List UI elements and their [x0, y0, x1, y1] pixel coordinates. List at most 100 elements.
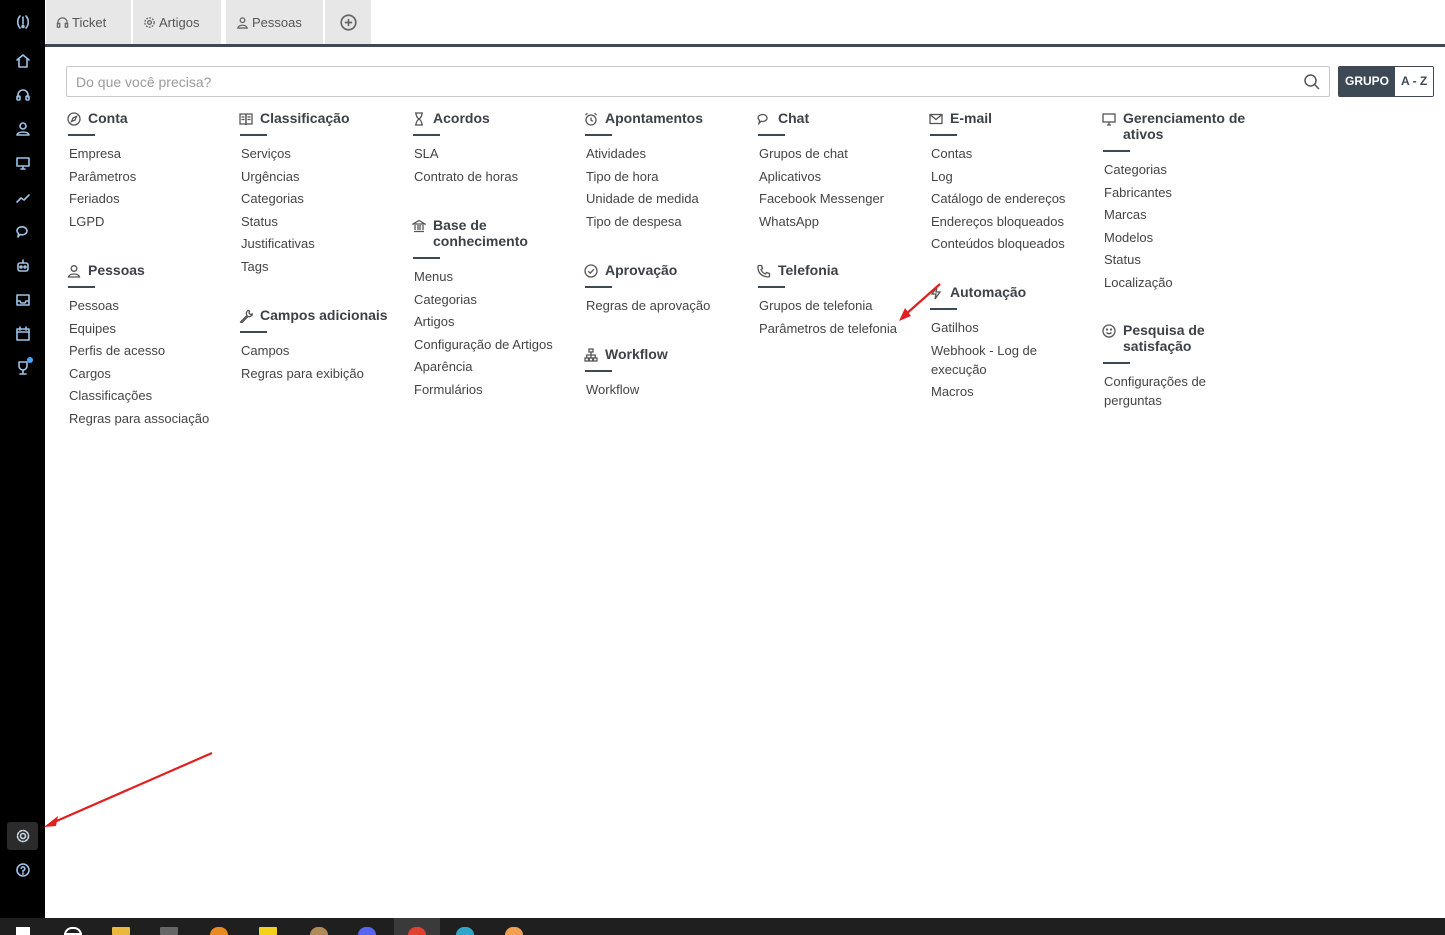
windows-start-icon[interactable] — [16, 927, 30, 935]
search-icon[interactable] — [64, 927, 82, 935]
menu-item-grupos-telefonia[interactable]: Grupos de telefonia — [757, 296, 922, 315]
menu-item-formularios[interactable]: Formulários — [412, 380, 577, 399]
menu-item-conteudos-bloqueados[interactable]: Conteúdos bloqueados — [929, 234, 1094, 253]
menu-item-equipes[interactable]: Equipes — [67, 319, 232, 338]
menu-item-artigos[interactable]: Artigos — [412, 312, 577, 331]
menu-item-parametros[interactable]: Parâmetros — [67, 167, 232, 186]
trophy-icon[interactable] — [7, 354, 38, 382]
menu-item-macros[interactable]: Macros — [929, 382, 1094, 401]
edge-icon[interactable] — [456, 927, 474, 935]
lightning-icon — [930, 286, 942, 300]
menu-item-log[interactable]: Log — [929, 167, 1094, 186]
menu-item-catalogo-enderecos[interactable]: Catálogo de endereços — [929, 189, 1094, 208]
menu-item-gatilhos[interactable]: Gatilhos — [929, 318, 1094, 337]
section-title: Apontamentos — [605, 110, 703, 126]
gear-icon[interactable] — [7, 822, 38, 850]
menu-item-classificacoes[interactable]: Classificações — [67, 386, 232, 405]
section-title: Campos adicionais — [260, 307, 388, 323]
phone-icon — [757, 264, 771, 278]
section-divider — [413, 257, 440, 259]
inbox-icon[interactable] — [7, 286, 38, 314]
menu-item-categorias[interactable]: Categorias — [239, 189, 404, 208]
tab-bar: Ticket Artigos Pessoas — [45, 0, 1445, 44]
app-icon[interactable] — [210, 927, 228, 935]
menu-item-modelos[interactable]: Modelos — [1102, 228, 1267, 247]
section-title: Pesquisa de satisfação — [1123, 322, 1205, 354]
search-input[interactable] — [67, 67, 1287, 96]
menu-item-tipo-despesa[interactable]: Tipo de despesa — [584, 212, 749, 231]
menu-item-webhook-log[interactable]: Webhook - Log de execução — [929, 341, 1054, 379]
app-icon[interactable] — [310, 927, 328, 935]
menu-item-whatsapp[interactable]: WhatsApp — [757, 212, 922, 231]
menu-item-tipo-hora[interactable]: Tipo de hora — [584, 167, 749, 186]
discord-icon[interactable] — [358, 927, 376, 935]
chrome-icon[interactable] — [408, 927, 426, 935]
menu-item-regras-exibicao[interactable]: Regras para exibição — [239, 364, 404, 383]
section-divider — [585, 370, 612, 372]
people-icon[interactable] — [7, 115, 38, 143]
menu-item-atividades[interactable]: Atividades — [584, 144, 749, 163]
headset-icon[interactable] — [7, 81, 38, 109]
menu-item-localizacao[interactable]: Localização — [1102, 273, 1267, 292]
app-icon[interactable] — [505, 927, 523, 935]
monitor-icon[interactable] — [7, 149, 38, 177]
menu-item-empresa[interactable]: Empresa — [67, 144, 232, 163]
chat-icon[interactable] — [7, 218, 38, 246]
menu-item-tags[interactable]: Tags — [239, 257, 404, 276]
az-view-button[interactable]: A - Z — [1395, 67, 1434, 96]
menu-item-aplicativos[interactable]: Aplicativos — [757, 167, 922, 186]
menu-item-parametros-telefonia[interactable]: Parâmetros de telefonia — [757, 319, 922, 338]
section-divider — [758, 134, 785, 136]
menu-item-enderecos-bloqueados[interactable]: Endereços bloqueados — [929, 212, 1094, 231]
menu-item-campos[interactable]: Campos — [239, 341, 404, 360]
menu-item-menus[interactable]: Menus — [412, 267, 577, 286]
notes-icon[interactable] — [259, 927, 277, 935]
menu-item-fabricantes[interactable]: Fabricantes — [1102, 183, 1267, 202]
menu-item-status[interactable]: Status — [1102, 250, 1267, 269]
tab-artigos[interactable]: Artigos — [133, 0, 221, 44]
robot-icon[interactable] — [7, 252, 38, 280]
section-aprovacao: Aprovação Regras de aprovação — [584, 262, 749, 319]
menu-item-categorias[interactable]: Categorias — [1102, 160, 1267, 179]
menu-item-cargos[interactable]: Cargos — [67, 364, 232, 383]
help-icon[interactable] — [7, 856, 38, 884]
section-divider — [758, 286, 785, 288]
menu-item-urgencias[interactable]: Urgências — [239, 167, 404, 186]
menu-item-status[interactable]: Status — [239, 212, 404, 231]
menu-item-config-artigos[interactable]: Configuração de Artigos — [412, 335, 577, 354]
tab-pessoas[interactable]: Pessoas — [226, 0, 323, 44]
terminal-icon[interactable] — [160, 927, 178, 935]
menu-item-contrato-horas[interactable]: Contrato de horas — [412, 167, 577, 186]
menu-item-perfis[interactable]: Perfis de acesso — [67, 341, 232, 360]
menu-item-lgpd[interactable]: LGPD — [67, 212, 232, 231]
home-icon[interactable] — [7, 47, 38, 75]
menu-item-categorias[interactable]: Categorias — [412, 290, 577, 309]
menu-item-grupos-chat[interactable]: Grupos de chat — [757, 144, 922, 163]
section-chat: Chat Grupos de chat Aplicativos Facebook… — [757, 110, 922, 234]
group-view-button[interactable]: GRUPO — [1339, 67, 1396, 96]
menu-item-contas[interactable]: Contas — [929, 144, 1094, 163]
menu-item-unidade-medida[interactable]: Unidade de medida — [584, 189, 749, 208]
menu-item-workflow[interactable]: Workflow — [584, 380, 749, 399]
add-tab-button[interactable] — [325, 0, 371, 44]
menu-item-regras-aprovacao[interactable]: Regras de aprovação — [584, 296, 749, 315]
menu-item-sla[interactable]: SLA — [412, 144, 577, 163]
tab-ticket[interactable]: Ticket — [46, 0, 131, 44]
menu-item-pessoas[interactable]: Pessoas — [67, 296, 232, 315]
menu-item-justificativas[interactable]: Justificativas — [239, 234, 404, 253]
calendar-icon[interactable] — [7, 320, 38, 348]
menu-item-servicos[interactable]: Serviços — [239, 144, 404, 163]
menu-item-regras-associacao[interactable]: Regras para associação — [67, 409, 232, 428]
tab-label: Ticket — [72, 14, 107, 30]
menu-item-feriados[interactable]: Feriados — [67, 189, 232, 208]
menu-item-aparencia[interactable]: Aparência — [412, 357, 577, 376]
logo-icon[interactable] — [7, 8, 38, 36]
menu-item-facebook-messenger[interactable]: Facebook Messenger — [757, 189, 922, 208]
chart-line-icon[interactable] — [7, 184, 38, 212]
folder-icon[interactable] — [112, 927, 130, 935]
menu-item-config-perguntas[interactable]: Configurações de perguntas — [1102, 372, 1212, 410]
section-pesquisa-satisfacao: Pesquisa de satisfação Configurações de … — [1102, 322, 1267, 414]
search-icon[interactable] — [1303, 73, 1321, 91]
section-title: Pessoas — [88, 262, 145, 278]
menu-item-marcas[interactable]: Marcas — [1102, 205, 1267, 224]
